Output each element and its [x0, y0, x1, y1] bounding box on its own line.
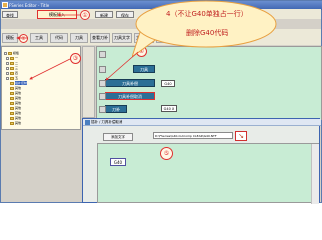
add-text-button[interactable]: 添加文字 — [103, 133, 133, 141]
dialog-title: 插补 / 刀具补偿取消 — [83, 119, 321, 126]
scrollbar[interactable] — [311, 144, 319, 204]
browse-icon[interactable]: ↘ — [235, 131, 247, 141]
g-code-chip[interactable]: G40 — [110, 158, 126, 166]
dialog-canvas[interactable]: G40 — [97, 143, 319, 204]
dialog-icon — [85, 120, 90, 125]
step-5-marker: ⑤ — [160, 147, 173, 160]
dialog-window: 插补 / 刀具补偿取消 添加文字 D:\FSeries\G40-Cutcomp … — [82, 118, 321, 204]
file-path-field[interactable]: D:\FSeries\G40-Cutcomp CLEAR\G40.NTF — [153, 132, 233, 139]
